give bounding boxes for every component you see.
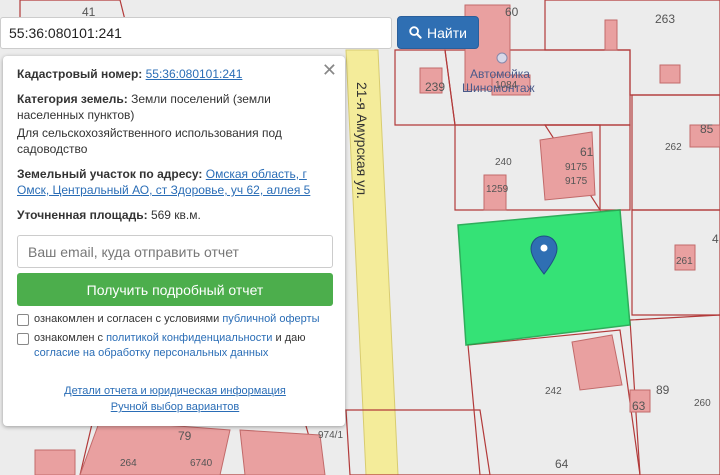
email-field[interactable]	[17, 235, 333, 268]
close-icon[interactable]: ✕	[322, 60, 337, 81]
map-label: 261	[676, 256, 693, 267]
address-label: Земельный участок по адресу:	[17, 167, 203, 181]
cadastral-row: Кадастровый номер: 55:36:080101:241	[17, 66, 333, 82]
search-button-label: Найти	[427, 24, 467, 41]
map-label: 1084	[495, 80, 518, 91]
poi-label-line1: Автомойка	[470, 67, 530, 81]
consent-privacy-mid: и даю	[272, 332, 306, 344]
poi-icon	[496, 52, 508, 64]
area-row: Уточненная площадь: 569 кв.м.	[17, 207, 333, 223]
search-bar	[0, 17, 392, 49]
map-label: 9175	[565, 176, 588, 187]
cadastral-link[interactable]: 55:36:080101:241	[146, 67, 243, 81]
map-label: 60	[505, 5, 519, 19]
privacy-checkbox[interactable]	[17, 333, 29, 345]
map-label: 260	[694, 398, 711, 409]
consent-offer-text: ознакомлен и согласен с условиями	[34, 313, 223, 325]
search-input[interactable]	[1, 18, 391, 48]
consent-privacy-row: ознакомлен с политикой конфиденциальност…	[17, 331, 333, 361]
personal-data-consent-link[interactable]: согласие на обработку персональных данны…	[34, 347, 268, 359]
search-icon	[409, 26, 422, 39]
map-label: 240	[495, 157, 512, 168]
get-report-button[interactable]: Получить подробный отчет	[17, 273, 333, 306]
manual-selection-link[interactable]: Ручной выбор вариантов	[17, 399, 333, 415]
area-label: Уточненная площадь:	[17, 208, 148, 222]
map-label: 1259	[486, 184, 509, 195]
map-label: 6740	[190, 458, 213, 469]
parcel-info-panel: ✕ Кадастровый номер: 55:36:080101:241 Ка…	[3, 56, 345, 426]
map-label: 264	[120, 458, 137, 469]
map-label: 9175	[565, 162, 588, 173]
map-label: 262	[665, 142, 682, 153]
map-label: 4	[712, 232, 719, 246]
category-row: Категория земель: Земли поселений (земли…	[17, 91, 333, 123]
privacy-policy-link[interactable]: политикой конфиденциальности	[106, 332, 272, 344]
map-label: 61	[580, 145, 594, 159]
cadastral-label: Кадастровый номер:	[17, 67, 143, 81]
selected-parcel	[457, 209, 631, 346]
map-label: 63	[632, 399, 646, 413]
details-link[interactable]: Детали отчета и юридическая информация	[17, 383, 333, 399]
map-label: 89	[656, 383, 670, 397]
area-value: 569 кв.м.	[150, 208, 201, 222]
category-label: Категория земель:	[17, 92, 128, 106]
consent-offer-row: ознакомлен и согласен с условиями публич…	[17, 312, 333, 327]
road-label: 21-я Амурская ул.	[354, 82, 370, 199]
map-label: 79	[178, 429, 192, 443]
search-button[interactable]: Найти	[397, 16, 479, 49]
map-label: 974/1	[318, 430, 344, 441]
offer-checkbox[interactable]	[17, 314, 29, 326]
address-row: Земельный участок по адресу: Омская обла…	[17, 166, 333, 198]
usage-text: Для сельскохозяйственного использования …	[17, 126, 282, 156]
consent-privacy-text: ознакомлен с	[34, 332, 107, 344]
map-label: 239	[425, 80, 446, 94]
bottom-links: Детали отчета и юридическая информация Р…	[17, 383, 333, 415]
map-label: 263	[655, 12, 676, 26]
map-label: 64	[555, 457, 569, 471]
map-label: 85	[700, 122, 714, 136]
map-label: 242	[545, 386, 562, 397]
public-offer-link[interactable]: публичной оферты	[222, 313, 319, 325]
